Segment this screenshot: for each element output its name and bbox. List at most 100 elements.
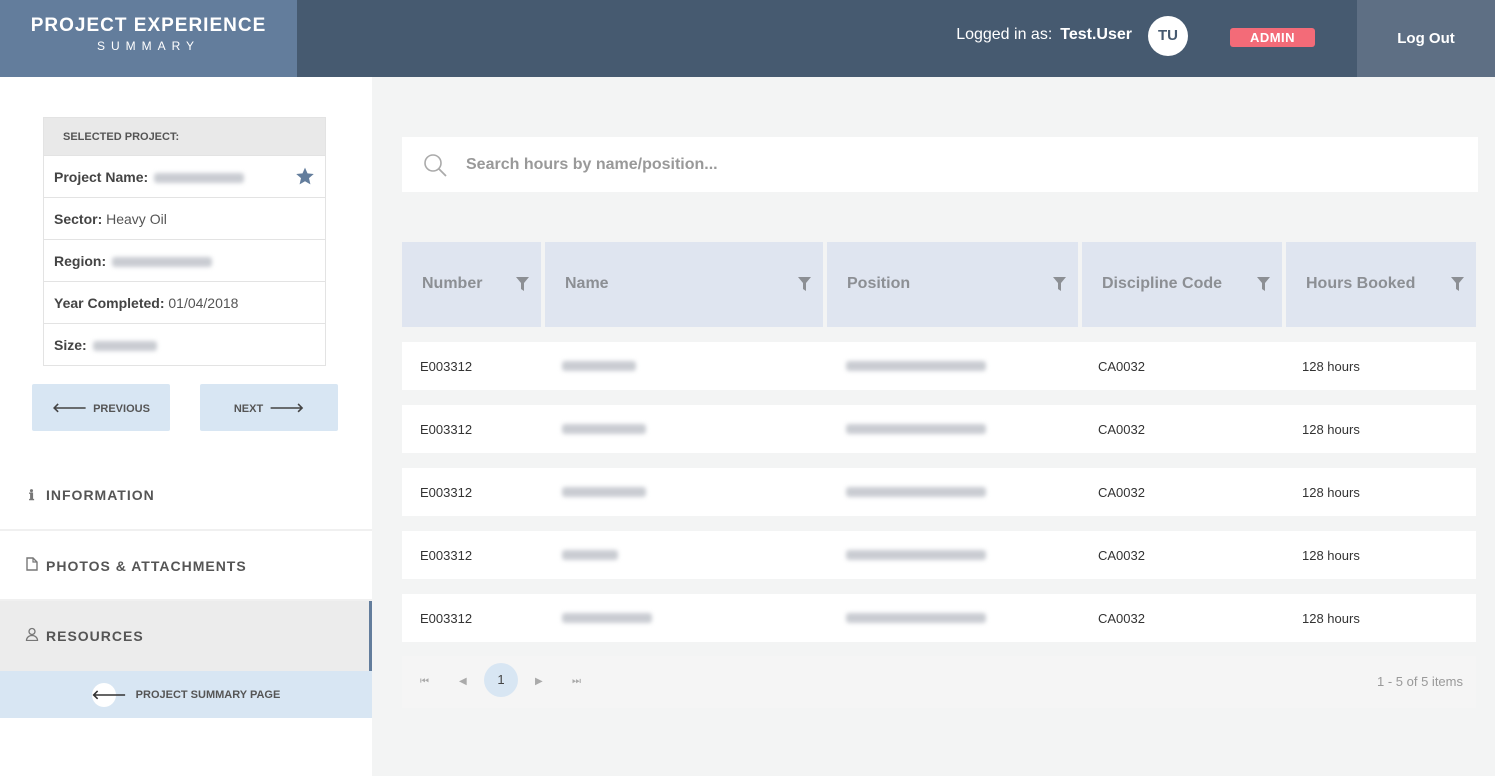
size-row: Size: — [44, 323, 325, 365]
last-page-icon[interactable]: ⏭ — [572, 676, 581, 687]
logged-in-label: Logged in as: — [956, 26, 1053, 43]
cell-number: E003312 — [420, 611, 473, 626]
logout-button[interactable]: Log Out — [1357, 0, 1495, 77]
cell-discipline-code: CA0032 — [1098, 359, 1145, 374]
column-header-position[interactable]: Position — [827, 242, 1078, 327]
search-icon — [424, 154, 447, 177]
brand-title: PROJECT EXPERIENCE — [30, 15, 267, 36]
redacted-region — [112, 257, 212, 268]
region-row: Region: — [44, 239, 325, 281]
username: Test.User — [1060, 26, 1132, 43]
cell-hours-booked: 128 hours — [1302, 485, 1360, 500]
cell-number: E003312 — [420, 422, 473, 437]
next-button[interactable]: NEXT 🡒 — [200, 384, 338, 431]
selected-project-heading: SELECTED PROJECT: — [44, 118, 325, 155]
redacted-name — [562, 550, 618, 560]
user-icon — [24, 627, 40, 644]
column-header-label: Position — [847, 275, 911, 292]
menu-information[interactable]: ℹ INFORMATION — [0, 461, 372, 531]
role-badge: ADMIN — [1230, 28, 1315, 47]
redacted-position — [846, 361, 986, 371]
star-icon[interactable] — [295, 166, 315, 186]
menu-photos-attachments[interactable]: PHOTOS & ATTACHMENTS — [0, 531, 372, 601]
prev-page-icon[interactable]: ◀ — [459, 676, 467, 687]
logged-in-info: Logged in as: Test.User — [956, 26, 1132, 44]
info-icon: ℹ — [28, 487, 36, 503]
sector-value: Heavy Oil — [106, 211, 167, 227]
avatar[interactable]: TU — [1148, 16, 1188, 56]
cell-hours-booked: 128 hours — [1302, 422, 1360, 437]
table-row[interactable]: E003312 CA0032 128 hours — [402, 405, 1476, 453]
filter-icon[interactable] — [1257, 277, 1270, 291]
cell-hours-booked: 128 hours — [1302, 548, 1360, 563]
page-number-current[interactable]: 1 — [484, 663, 518, 697]
redacted-position — [846, 487, 986, 497]
table-row[interactable]: E003312 CA0032 128 hours — [402, 531, 1476, 579]
cell-hours-booked: 128 hours — [1302, 611, 1360, 626]
cell-number: E003312 — [420, 485, 473, 500]
cell-discipline-code: CA0032 — [1098, 485, 1145, 500]
project-name-row: Project Name: — [44, 155, 325, 197]
column-header-label: Hours Booked — [1306, 275, 1416, 292]
brand-logo: PROJECT EXPERIENCE SUMMARY — [0, 0, 297, 77]
redacted-name — [562, 361, 636, 371]
column-header-number[interactable]: Number — [402, 242, 541, 327]
previous-label: PREVIOUS — [93, 402, 150, 415]
pagination: ⏮ ◀ 1 ▶ ⏭ 1 - 5 of 5 items — [402, 656, 1476, 708]
table-row[interactable]: E003312 CA0032 128 hours — [402, 342, 1476, 390]
next-label: NEXT — [233, 402, 264, 415]
first-page-icon[interactable]: ⏮ — [420, 676, 429, 687]
redacted-size — [92, 341, 157, 352]
selected-project-card: SELECTED PROJECT: Project Name: Sector: … — [43, 117, 326, 366]
year-row: Year Completed: 01/04/2018 — [44, 281, 325, 323]
table-row[interactable]: E003312 CA0032 128 hours — [402, 468, 1476, 516]
menu-information-label: INFORMATION — [46, 487, 155, 503]
project-summary-label: PROJECT SUMMARY PAGE — [135, 688, 281, 701]
redacted-name — [562, 613, 652, 623]
filter-icon[interactable] — [1451, 277, 1464, 291]
cell-number: E003312 — [420, 359, 473, 374]
redacted-project-name — [154, 173, 245, 184]
cell-number: E003312 — [420, 548, 473, 563]
previous-button[interactable]: 🡐 PREVIOUS — [32, 384, 170, 431]
arrow-right-icon: 🡒 — [269, 399, 305, 415]
menu-photos-label: PHOTOS & ATTACHMENTS — [46, 558, 247, 574]
sector-row: Sector: Heavy Oil — [44, 197, 325, 239]
arrow-left-icon: 🡐 — [52, 399, 87, 415]
cell-discipline-code: CA0032 — [1098, 611, 1145, 626]
redacted-position — [846, 424, 986, 434]
sidebar: SELECTED PROJECT: Project Name: Sector: … — [0, 77, 372, 776]
filter-icon[interactable] — [798, 277, 811, 291]
sector-label: Sector: — [54, 211, 103, 227]
column-header-discipline-code[interactable]: Discipline Code — [1082, 242, 1282, 327]
menu-resources-label: RESOURCES — [46, 628, 144, 644]
column-header-label: Discipline Code — [1102, 275, 1223, 292]
top-bar: PROJECT EXPERIENCE SUMMARY Logged in as:… — [0, 0, 1495, 77]
search-bar — [402, 137, 1478, 192]
search-input[interactable] — [466, 151, 1446, 179]
redacted-position — [846, 613, 986, 623]
menu-resources[interactable]: RESOURCES — [0, 601, 372, 671]
arrow-left-icon: 🡐 — [91, 682, 127, 707]
pagination-info: 1 - 5 of 5 items — [1377, 674, 1463, 689]
file-icon — [24, 557, 40, 574]
table-row[interactable]: E003312 CA0032 128 hours — [402, 594, 1476, 642]
filter-icon[interactable] — [1053, 277, 1066, 291]
project-name-label: Project Name: — [54, 169, 149, 185]
column-header-label: Name — [565, 275, 609, 292]
cell-discipline-code: CA0032 — [1098, 422, 1145, 437]
redacted-name — [562, 487, 646, 497]
filter-icon[interactable] — [516, 277, 529, 291]
size-label: Size: — [54, 337, 87, 353]
year-label: Year Completed: — [54, 295, 165, 311]
brand-subtitle: SUMMARY — [96, 39, 201, 53]
next-page-icon[interactable]: ▶ — [535, 676, 543, 687]
column-header-hours-booked[interactable]: Hours Booked — [1286, 242, 1476, 327]
project-summary-page-button[interactable]: 🡐 PROJECT SUMMARY PAGE — [0, 671, 372, 718]
year-value: 01/04/2018 — [168, 295, 239, 311]
column-header-name[interactable]: Name — [545, 242, 823, 327]
column-header-label: Number — [422, 275, 483, 292]
region-label: Region: — [54, 253, 107, 269]
cell-discipline-code: CA0032 — [1098, 548, 1145, 563]
redacted-name — [562, 424, 646, 434]
